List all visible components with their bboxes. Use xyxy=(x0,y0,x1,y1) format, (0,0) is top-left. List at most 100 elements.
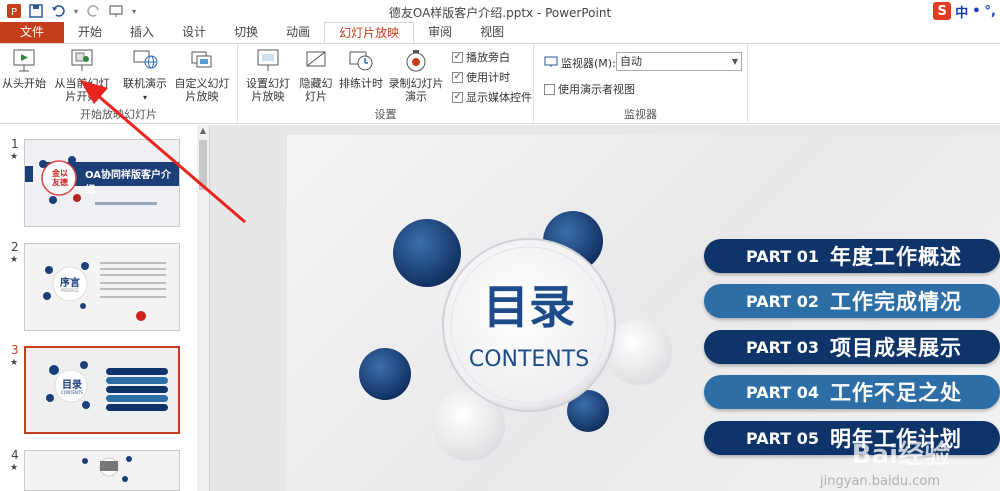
start-slideshow-group: 从头开始 从当前幻灯片开始 联机演示 ▾ 自定义幻灯片放映 开始放映幻灯片 xyxy=(0,44,238,124)
tab-file[interactable]: 文件 xyxy=(0,22,65,43)
presenter-view-label: 使用演示者视图 xyxy=(558,83,635,96)
thumbnail-1-title: OA协同样版客户介绍 xyxy=(85,170,171,196)
rehearse-timings-label: 排练计时 xyxy=(339,77,383,90)
record-slideshow-label: 录制幻灯片演示 xyxy=(388,77,444,103)
monitor-dropdown-icon[interactable]: ▼ xyxy=(732,53,738,70)
from-beginning-label: 从头开始 xyxy=(2,77,46,90)
toc-item-2-part: PART 02 xyxy=(746,291,819,311)
from-current-slide-button[interactable]: 从当前幻灯片开始 xyxy=(48,48,116,103)
scrollbar-thumb[interactable] xyxy=(199,140,207,190)
from-current-slide-label: 从当前幻灯片开始 xyxy=(54,77,110,103)
record-slideshow-button[interactable]: 录制幻灯片演示 xyxy=(384,48,448,103)
title-bar: P ▾ ▾ 德友OA样版客户介绍.pptx - PowerPoint S 中 •… xyxy=(0,0,1000,22)
thumbnail-2-subtitle: PREFACE xyxy=(61,288,79,293)
slide-number-3: 3 xyxy=(11,343,19,357)
slide-thumbnail-1[interactable]: 金以友德 OA协同样版客户介绍 xyxy=(24,139,180,227)
slide-3-animation-star-icon: ★ xyxy=(10,358,19,368)
baidu-watermark: Bai经验 xyxy=(851,440,950,470)
monitor-select-value: 自动 xyxy=(620,55,642,68)
presenter-view-check-icon[interactable] xyxy=(544,83,555,95)
ribbon: 从头开始 从当前幻灯片开始 联机演示 ▾ 自定义幻灯片放映 开始放映幻灯片 设置幻… xyxy=(0,44,1000,124)
play-narrations-checkbox[interactable]: ✓ 播放旁白 xyxy=(452,49,510,65)
tab-review[interactable]: 审阅 xyxy=(414,22,466,43)
toc-item-1-title: 年度工作概述 xyxy=(830,245,962,269)
tab-transitions[interactable]: 切换 xyxy=(220,22,272,43)
show-media-controls-checkbox[interactable]: ✓ 显示媒体控件 xyxy=(452,89,532,105)
slide-number-1: 1 xyxy=(11,137,19,151)
toc-item-1: PART 01 年度工作概述 xyxy=(704,239,1000,273)
monitor-label: 监视器(M): xyxy=(561,57,616,70)
from-current-slide-icon xyxy=(71,49,93,71)
thumbnail-3-graphic xyxy=(26,348,178,432)
custom-slideshow-icon xyxy=(191,51,212,68)
slide-thumbnail-3[interactable]: 目录 CONTENTS xyxy=(24,346,180,434)
monitor-select[interactable]: 自动 ▼ xyxy=(616,52,742,71)
show-media-label: 显示媒体控件 xyxy=(466,91,532,104)
thumbnail-3-title: 目录 xyxy=(62,380,82,391)
tab-design[interactable]: 设计 xyxy=(168,22,220,43)
hide-slide-button[interactable]: 隐藏幻灯片 xyxy=(296,48,336,103)
custom-slideshow-label: 自定义幻灯片放映 xyxy=(174,77,230,103)
thumbnail-3-subtitle: CONTENTS xyxy=(61,390,83,395)
toc-item-3: PART 03 项目成果展示 xyxy=(704,330,1000,364)
ime-punct[interactable]: °, xyxy=(985,4,996,19)
slide-thumbnail-4[interactable] xyxy=(24,450,180,491)
custom-slideshow-button[interactable]: 自定义幻灯片放映 xyxy=(168,48,236,103)
present-online-dropdown-icon[interactable]: ▾ xyxy=(143,93,147,102)
toc-item-3-title: 项目成果展示 xyxy=(830,336,962,360)
record-slideshow-icon xyxy=(406,50,426,72)
setup-group: 设置幻灯片放映 隐藏幻灯片 排练计时 录制幻灯片演示 ✓ 播放旁白 ✓ 使用计时 ✓… xyxy=(238,44,534,124)
use-timings-check-icon[interactable]: ✓ xyxy=(452,71,463,83)
setup-group-label: 设置 xyxy=(374,108,397,121)
rehearse-timings-icon xyxy=(349,51,373,71)
thumbnail-2-graphic xyxy=(25,244,179,330)
tab-animations[interactable]: 动画 xyxy=(272,22,324,43)
present-online-icon xyxy=(133,50,158,69)
tab-view[interactable]: 视图 xyxy=(466,22,518,43)
tab-slide-show[interactable]: 幻灯片放映 xyxy=(324,22,415,43)
current-slide[interactable]: 目录 CONTENTS PART 01 年度工作概述 PART 02 工作完成情况 … xyxy=(287,135,1000,491)
ime-toolbar[interactable]: S 中 • °, xyxy=(933,0,1000,22)
monitor-label-wrap: 监视器(M): xyxy=(544,55,616,71)
rehearse-timings-button[interactable]: 排练计时 xyxy=(338,48,384,90)
slide-4-animation-star-icon: ★ xyxy=(10,463,19,473)
toc-item-4-title: 工作不足之处 xyxy=(830,381,962,405)
ime-chinese-mode[interactable]: 中 xyxy=(955,2,968,21)
thumbnail-1-seal: 金以友德 xyxy=(52,169,68,187)
present-online-label: 联机演示 xyxy=(123,77,167,90)
from-beginning-icon xyxy=(13,49,35,72)
slide-title: 目录 xyxy=(483,280,575,334)
use-timings-checkbox[interactable]: ✓ 使用计时 xyxy=(452,69,510,85)
setup-slideshow-icon xyxy=(257,49,279,71)
toc-item-2-title: 工作完成情况 xyxy=(830,290,962,314)
present-online-button[interactable]: 联机演示 ▾ xyxy=(120,48,170,104)
toc-item-3-part: PART 03 xyxy=(746,337,819,357)
baidu-watermark-url: jingyan.baidu.com xyxy=(820,474,940,489)
slide-editor-area: 目录 CONTENTS PART 01 年度工作概述 PART 02 工作完成情况 … xyxy=(210,125,1000,491)
monitor-icon xyxy=(544,56,558,71)
setup-slideshow-button[interactable]: 设置幻灯片放映 xyxy=(240,48,296,103)
slide-thumbnail-2[interactable]: 序言 PREFACE xyxy=(24,243,180,331)
slide-number-2: 2 xyxy=(11,240,19,254)
thumbnail-4-graphic xyxy=(25,451,179,490)
ribbon-tabs: 文件 开始 插入 设计 切换 动画 幻灯片放映 审阅 视图 xyxy=(0,22,1000,44)
show-media-check-icon[interactable]: ✓ xyxy=(452,91,463,103)
toc-item-1-part: PART 01 xyxy=(746,246,819,266)
play-narrations-check-icon[interactable]: ✓ xyxy=(452,51,463,63)
start-slideshow-group-label: 开始放映幻灯片 xyxy=(80,108,157,121)
slide-number-4: 4 xyxy=(11,448,19,462)
hide-slide-label: 隐藏幻灯片 xyxy=(299,77,333,103)
toc-item-5-part: PART 05 xyxy=(746,428,819,448)
document-title: 德友OA样版客户介绍.pptx - PowerPoint xyxy=(388,6,612,20)
toc-item-4-part: PART 04 xyxy=(746,382,819,402)
slide-2-animation-star-icon: ★ xyxy=(10,255,19,265)
thumbnail-2-title: 序言 xyxy=(60,278,80,289)
presenter-view-checkbox[interactable]: 使用演示者视图 xyxy=(544,81,635,97)
tab-home[interactable]: 开始 xyxy=(64,22,116,43)
ime-dot[interactable]: • xyxy=(972,4,980,19)
play-narrations-label: 播放旁白 xyxy=(466,51,510,64)
scroll-up-icon[interactable]: ▲ xyxy=(197,126,209,138)
sogou-logo-icon[interactable]: S xyxy=(933,2,952,20)
from-beginning-button[interactable]: 从头开始 xyxy=(2,48,46,90)
tab-insert[interactable]: 插入 xyxy=(116,22,168,43)
